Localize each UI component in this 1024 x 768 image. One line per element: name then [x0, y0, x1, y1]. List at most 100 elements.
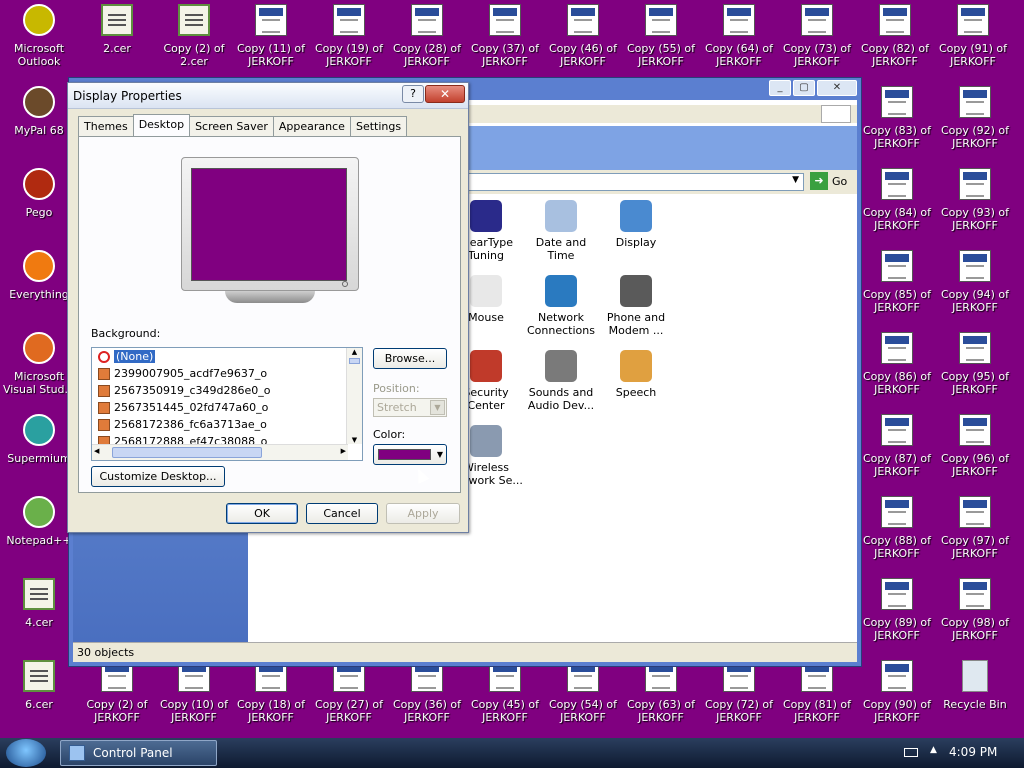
desktop-icon[interactable]: Copy (2) of 2.cer	[157, 4, 231, 68]
desktop-icon[interactable]: Copy (28) of JERKOFF	[390, 4, 464, 68]
desktop-icon[interactable]: MyPal 68	[2, 86, 76, 137]
horizontal-scrollbar[interactable]: ◀ ▶	[92, 444, 348, 460]
monitor-screen	[191, 168, 347, 281]
desktop-icon[interactable]: Copy (10) of JERKOFF	[157, 660, 231, 724]
desktop-icon[interactable]: Copy (82) of JERKOFF	[858, 4, 932, 68]
desktop-icon[interactable]: Copy (95) of JERKOFF	[938, 332, 1012, 396]
desktop-icon[interactable]: Copy (93) of JERKOFF	[938, 168, 1012, 232]
dialog-titlebar[interactable]: Display Properties ? ✕	[68, 83, 468, 109]
control-panel-item[interactable]: Network Connections	[523, 275, 599, 337]
vertical-scrollbar[interactable]: ▲ ▼	[346, 348, 362, 444]
apply-button[interactable]: Apply	[386, 503, 460, 524]
control-panel-item-label: Network Connections	[527, 311, 595, 337]
desktop-icon[interactable]: 2.cer	[80, 4, 154, 55]
control-panel-item[interactable]: Phone and Modem ...	[598, 275, 674, 337]
desktop-icon[interactable]: Copy (88) of JERKOFF	[860, 496, 934, 560]
desktop-icon[interactable]: 4.cer	[2, 578, 76, 629]
desktop-icon-label: Copy (54) of JERKOFF	[548, 698, 618, 724]
tab-appearance[interactable]: Appearance	[272, 116, 351, 136]
desktop-icon[interactable]: Copy (90) of JERKOFF	[860, 660, 934, 724]
background-list-item[interactable]: 2568172386_fc6a3713ae_o	[92, 416, 362, 433]
dialog-close-button[interactable]: ✕	[425, 85, 465, 103]
maximize-button[interactable]: ▢	[793, 80, 815, 96]
desktop-icon[interactable]: Everything	[2, 250, 76, 301]
document-icon	[957, 4, 989, 36]
tab-desktop[interactable]: Desktop	[132, 114, 191, 136]
desktop-icon[interactable]: Copy (87) of JERKOFF	[860, 414, 934, 478]
desktop-icon[interactable]: Copy (97) of JERKOFF	[938, 496, 1012, 560]
background-list-item[interactable]: 2567350919_c349d286e0_o	[92, 382, 362, 399]
tab-settings[interactable]: Settings	[349, 116, 408, 136]
desktop-icon[interactable]: Copy (98) of JERKOFF	[938, 578, 1012, 642]
desktop-icon[interactable]: Copy (83) of JERKOFF	[860, 86, 934, 150]
address-dropdown-icon[interactable]: ▼	[792, 175, 799, 185]
desktop-icon[interactable]: Copy (84) of JERKOFF	[860, 168, 934, 232]
desktop-icon[interactable]: Copy (45) of JERKOFF	[468, 660, 542, 724]
desktop-icon[interactable]: Copy (2) of JERKOFF	[80, 660, 154, 724]
browse-button[interactable]: Browse...	[373, 348, 447, 369]
desktop-icon[interactable]: Copy (55) of JERKOFF	[624, 4, 698, 68]
control-panel-item-label: Date and Time	[535, 236, 587, 262]
background-list-item[interactable]: 2567351445_02fd747a60_o	[92, 399, 362, 416]
desktop-icon[interactable]: Microsoft Outlook	[2, 4, 76, 68]
desktop-icon[interactable]: Copy (46) of JERKOFF	[546, 4, 620, 68]
control-panel-item[interactable]: Speech	[598, 350, 674, 399]
desktop-icon[interactable]: Pego	[2, 168, 76, 219]
desktop-icon[interactable]: Copy (64) of JERKOFF	[702, 4, 776, 68]
desktop-icon[interactable]: Copy (18) of JERKOFF	[234, 660, 308, 724]
hscroll-thumb[interactable]	[112, 447, 262, 458]
keyboard-tray-icon[interactable]	[904, 748, 918, 757]
background-listbox[interactable]: (None) 2399007905_acdf7e9637_o 2567350919_…	[91, 347, 363, 461]
display-properties-dialog[interactable]: Display Properties ? ✕ Themes Desktop Scre…	[67, 82, 469, 533]
desktop-icon[interactable]: Copy (72) of JERKOFF	[702, 660, 776, 724]
desktop-icon[interactable]: Notepad++	[2, 496, 76, 547]
control-panel-item[interactable]: Date and Time	[523, 200, 599, 262]
desktop-icon[interactable]: Copy (94) of JERKOFF	[938, 250, 1012, 314]
clock[interactable]: 4:09 PM	[949, 745, 997, 759]
taskbar-button-control-panel[interactable]: Control Panel	[60, 740, 217, 766]
help-button[interactable]: ?	[402, 85, 424, 103]
control-panel-item[interactable]: Sounds and Audio Dev...	[523, 350, 599, 412]
desktop-icon[interactable]: Recycle Bin	[938, 660, 1012, 711]
background-list-item[interactable]: 2399007905_acdf7e9637_o	[92, 365, 362, 382]
scroll-down-icon[interactable]: ▼	[347, 436, 362, 444]
desktop-icon[interactable]: Copy (11) of JERKOFF	[234, 4, 308, 68]
tab-themes[interactable]: Themes	[78, 116, 134, 136]
background-list-item[interactable]: (None)	[92, 348, 362, 365]
desktop-icon[interactable]: Copy (63) of JERKOFF	[624, 660, 698, 724]
scroll-right-icon[interactable]: ▶	[341, 447, 346, 455]
color-picker-button[interactable]: ▼	[373, 444, 447, 465]
scroll-up-icon[interactable]: ▲	[347, 348, 362, 356]
desktop-icon[interactable]: Copy (81) of JERKOFF	[780, 660, 854, 724]
desktop-icon[interactable]: Copy (19) of JERKOFF	[312, 4, 386, 68]
go-button[interactable]: ➜ Go	[810, 172, 847, 190]
minimize-button[interactable]: _	[769, 80, 791, 96]
desktop-icon[interactable]: Copy (27) of JERKOFF	[312, 660, 386, 724]
document-icon	[881, 414, 913, 446]
desktop-icon[interactable]: Copy (89) of JERKOFF	[860, 578, 934, 642]
desktop-icon[interactable]: Copy (91) of JERKOFF	[936, 4, 1010, 68]
desktop-icon[interactable]: 6.cer	[2, 660, 76, 711]
desktop-icon[interactable]: Copy (96) of JERKOFF	[938, 414, 1012, 478]
desktop-icon-label: Copy (92) of JERKOFF	[940, 124, 1010, 150]
ok-button[interactable]: OK	[226, 503, 298, 524]
desktop-icon[interactable]: Copy (54) of JERKOFF	[546, 660, 620, 724]
cancel-button[interactable]: Cancel	[306, 503, 378, 524]
close-button[interactable]: ✕	[817, 80, 857, 96]
tab-screen-saver[interactable]: Screen Saver	[189, 116, 274, 136]
desktop-icon[interactable]: Copy (92) of JERKOFF	[938, 86, 1012, 150]
desktop-icon[interactable]: Microsoft Visual Stud...	[2, 332, 76, 396]
desktop-icon[interactable]: Supermium	[2, 414, 76, 465]
desktop-icon[interactable]: Copy (85) of JERKOFF	[860, 250, 934, 314]
scroll-thumb[interactable]	[349, 358, 360, 364]
position-select[interactable]: Stretch ▼	[373, 398, 447, 417]
scroll-left-icon[interactable]: ◀	[94, 447, 99, 455]
desktop-icon[interactable]: Copy (37) of JERKOFF	[468, 4, 542, 68]
desktop-icon[interactable]: Copy (73) of JERKOFF	[780, 4, 854, 68]
show-hidden-icons-icon[interactable]: ▲	[930, 745, 937, 755]
desktop-icon[interactable]: Copy (86) of JERKOFF	[860, 332, 934, 396]
control-panel-item[interactable]: Display	[598, 200, 674, 249]
start-button[interactable]	[6, 739, 46, 767]
desktop-icon[interactable]: Copy (36) of JERKOFF	[390, 660, 464, 724]
customize-desktop-button[interactable]: Customize Desktop...	[91, 466, 225, 487]
